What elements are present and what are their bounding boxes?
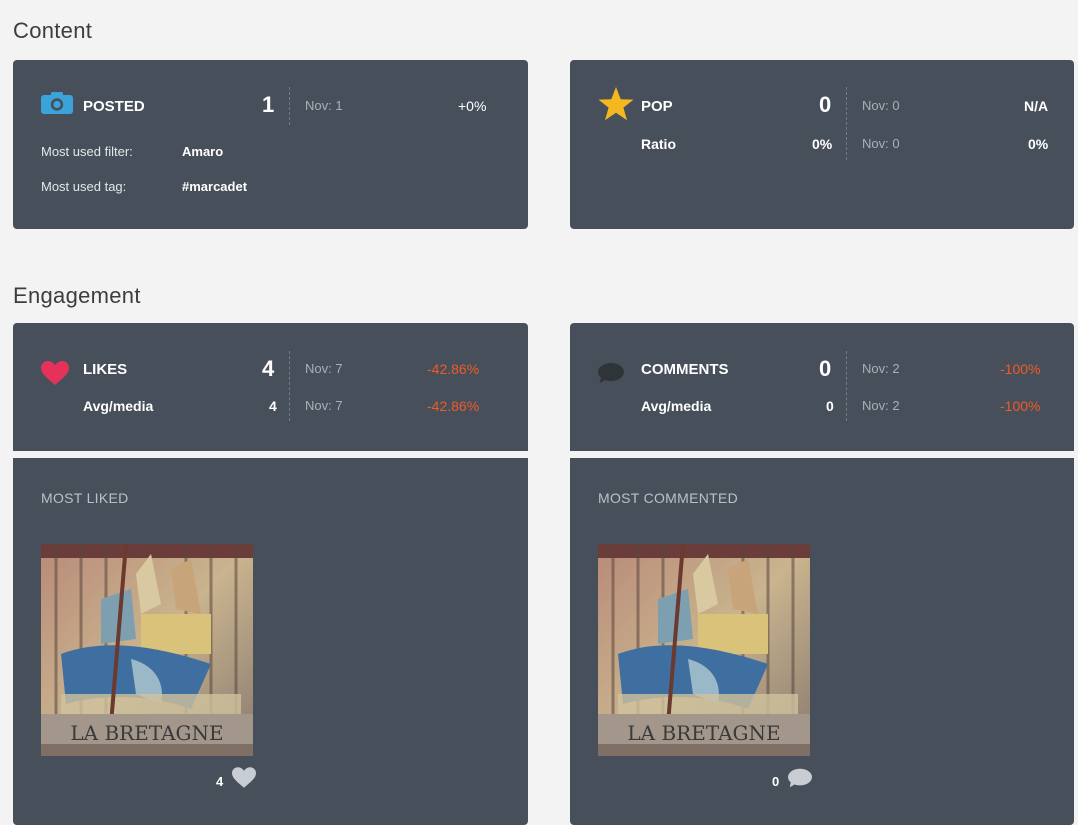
comments-avg-label: Avg/media <box>641 398 712 414</box>
most-liked-title: MOST LIKED <box>41 490 129 506</box>
ratio-label: Ratio <box>641 136 676 152</box>
comments-change: -100% <box>1000 361 1041 377</box>
photo-caption: LA BRETAGNE <box>627 721 780 745</box>
ratio-value: 0% <box>812 136 833 152</box>
comments-card: COMMENTS 0 Nov: 2 -100% Avg/media 0 Nov:… <box>570 323 1074 451</box>
posted-value: 1 <box>262 92 275 117</box>
most-commented-photo[interactable]: LA BRETAGNE <box>598 544 810 756</box>
most-liked-panel: MOST LIKED LA BRETAGNE 4 <box>13 458 528 825</box>
heart-icon <box>41 361 69 390</box>
ratio-compare: Nov: 0 <box>862 136 900 151</box>
engagement-section-title: Engagement <box>13 283 141 308</box>
most-liked-count: 4 <box>216 774 224 789</box>
likes-avg-value: 4 <box>269 398 277 414</box>
most-commented-count: 0 <box>772 774 780 789</box>
divider <box>289 87 290 125</box>
likes-label: LIKES <box>83 361 128 378</box>
heart-icon <box>232 767 256 793</box>
likes-avg-label: Avg/media <box>83 398 154 414</box>
most-used-tag-value[interactable]: #marcadet <box>182 179 247 194</box>
most-used-tag-label: Most used tag: <box>41 179 127 194</box>
most-used-filter-label: Most used filter: <box>41 144 133 159</box>
comments-value: 0 <box>819 356 832 381</box>
comments-avg-change: -100% <box>1000 398 1041 414</box>
content-section-title: Content <box>13 18 93 43</box>
likes-value: 4 <box>262 356 275 381</box>
likes-avg-change: -42.86% <box>427 398 480 414</box>
most-commented-title: MOST COMMENTED <box>598 490 739 506</box>
ratio-change: 0% <box>1028 136 1049 152</box>
posted-label: POSTED <box>83 98 145 115</box>
comments-label: COMMENTS <box>641 361 729 378</box>
pop-value: 0 <box>819 92 832 117</box>
likes-compare: Nov: 7 <box>305 361 343 376</box>
posted-compare: Nov: 1 <box>305 98 343 113</box>
comments-avg-value: 0 <box>826 398 834 414</box>
most-used-filter-value: Amaro <box>182 144 224 159</box>
photo-caption: LA BRETAGNE <box>70 721 223 745</box>
most-liked-photo[interactable]: LA BRETAGNE <box>41 544 253 756</box>
comments-compare: Nov: 2 <box>862 361 900 376</box>
comment-icon <box>788 768 812 793</box>
most-commented-panel: MOST COMMENTED LA BRETAGNE 0 <box>570 458 1074 825</box>
divider <box>289 351 290 421</box>
posted-card: POSTED 1 Nov: 1 +0% Most used filter: Am… <box>13 60 528 229</box>
likes-change: -42.86% <box>427 361 480 377</box>
comment-icon <box>598 363 624 388</box>
pop-card: POP 0 Nov: 0 N/A Ratio 0% Nov: 0 0% <box>570 60 1074 229</box>
pop-change: N/A <box>1024 98 1049 114</box>
pop-compare: Nov: 0 <box>862 98 900 113</box>
comments-avg-compare: Nov: 2 <box>862 398 900 413</box>
star-icon <box>598 87 634 126</box>
posted-change: +0% <box>458 98 487 114</box>
divider <box>846 351 847 421</box>
likes-avg-compare: Nov: 7 <box>305 398 343 413</box>
pop-label: POP <box>641 98 673 115</box>
likes-card: LIKES 4 Nov: 7 -42.86% Avg/media 4 Nov: … <box>13 323 528 451</box>
camera-icon <box>41 92 73 119</box>
divider <box>846 87 847 160</box>
